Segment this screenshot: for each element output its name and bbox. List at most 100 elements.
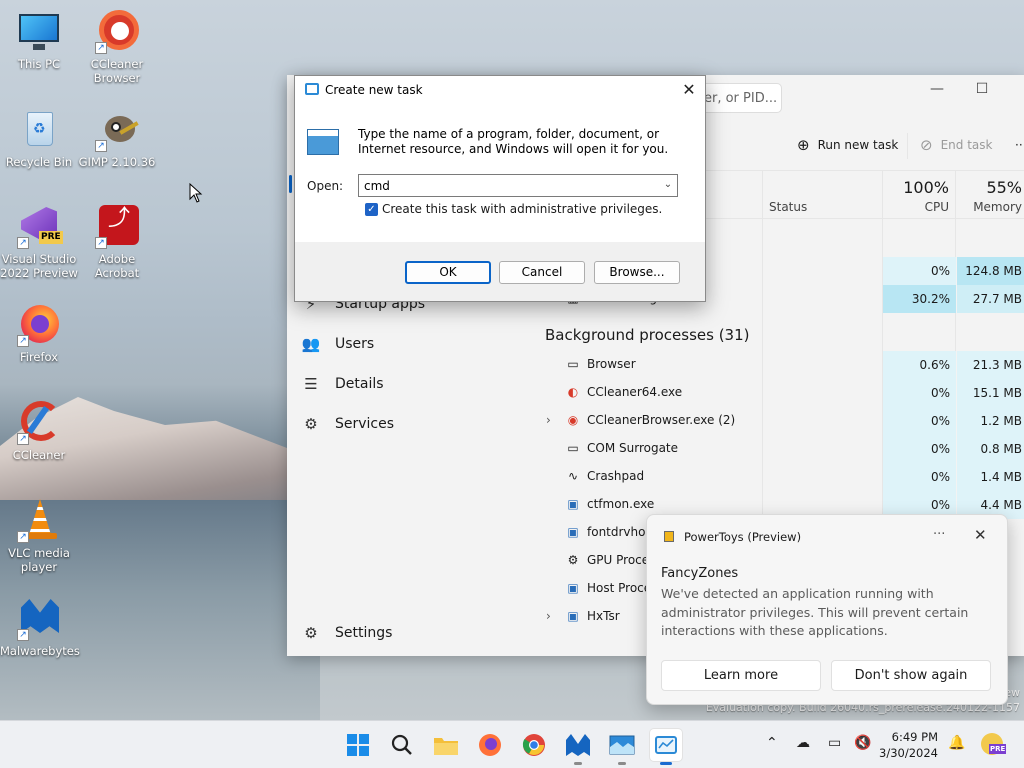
dialog-title: Create new task <box>325 83 423 97</box>
desktop-icon-recycle-bin[interactable]: ♻ Recycle Bin <box>0 108 78 169</box>
copilot-icon[interactable]: PRE <box>981 733 1007 755</box>
search-button[interactable] <box>386 729 418 761</box>
window-app-icon: ▣ <box>567 525 579 539</box>
column-status[interactable]: Status <box>769 200 807 214</box>
recycle-bin-icon: ♻ <box>17 108 61 152</box>
nav-details[interactable]: ☰ Details <box>301 372 383 396</box>
memory-total: 55% <box>986 178 1022 197</box>
chevron-up-icon[interactable]: ⌃ <box>766 735 778 751</box>
volume-muted-icon[interactable]: 🔇 <box>854 735 871 751</box>
chevron-right-icon[interactable]: › <box>546 609 551 623</box>
search-icon <box>391 734 412 755</box>
minimize-button[interactable]: — <box>922 81 952 101</box>
chevron-down-icon[interactable]: ⌄ <box>661 177 675 193</box>
gimp-icon: ↗ <box>95 108 139 152</box>
admin-privileges-label[interactable]: Create this task with administrative pri… <box>382 202 662 216</box>
desktop-icon-vlc[interactable]: ↗ VLC media player <box>0 499 78 574</box>
remote-app-taskbar-button[interactable] <box>606 729 638 765</box>
toolbar-divider <box>907 133 908 159</box>
gear-icon: ⚙ <box>567 553 579 567</box>
pulse-icon: ∿ <box>567 469 579 483</box>
nav-services[interactable]: ⚙ Services <box>301 412 394 436</box>
windows-logo-icon <box>347 734 369 756</box>
table-row[interactable]: ◐ CCleaner64.exe 0% 15.1 MB <box>528 379 1024 407</box>
nav-selection-indicator <box>289 175 292 193</box>
dont-show-again-button[interactable]: Don't show again <box>831 660 991 691</box>
desktop-icon-ccleaner-browser[interactable]: ↗ CCleaner Browser <box>78 10 156 85</box>
window-app-icon: ▣ <box>567 497 579 511</box>
folder-icon <box>434 738 458 755</box>
clock-date: 3/30/2024 <box>879 746 938 760</box>
desktop-icon-gimp[interactable]: ↗ GIMP 2.10.36 <box>78 108 156 169</box>
open-input[interactable] <box>358 174 678 197</box>
more-options-icon[interactable]: ··· <box>933 527 945 542</box>
table-row[interactable]: ▭ Browser 0.6% 21.3 MB <box>528 351 1024 379</box>
end-task-icon: ⊘ <box>920 136 933 154</box>
column-memory[interactable]: Memory <box>959 200 1022 214</box>
file-explorer-button[interactable] <box>430 729 462 761</box>
taskbar: ⌃ ☁ ▭ 🔇 6:49 PM 3/30/2024 🔔 PRE <box>0 720 1024 768</box>
monitor-icon <box>17 10 61 54</box>
clock[interactable]: 6:49 PM 3/30/2024 <box>876 729 938 761</box>
notification-bell-icon[interactable]: 🔔 <box>948 735 965 751</box>
table-row[interactable]: ▭ COM Surrogate 0% 0.8 MB <box>528 435 1024 463</box>
desktop-icon-ccleaner[interactable]: ↗ CCleaner <box>0 401 78 462</box>
shortcut-arrow-icon: ↗ <box>17 335 29 347</box>
more-options-icon[interactable]: ·· <box>1015 135 1023 155</box>
nav-users[interactable]: 👥 Users <box>301 332 375 356</box>
task-manager-taskbar-button[interactable] <box>650 729 682 765</box>
process-search-input[interactable]: er, or PID... <box>697 83 782 113</box>
cancel-button[interactable]: Cancel <box>499 261 585 284</box>
ccleaner-icon: ◐ <box>567 385 579 399</box>
running-indicator <box>618 762 626 765</box>
end-task-button[interactable]: ⊘ End task <box>920 135 992 155</box>
task-manager-icon <box>655 736 677 754</box>
background-processes-title: Background processes (31) <box>545 326 750 344</box>
ok-button[interactable]: OK <box>405 261 491 284</box>
create-new-task-dialog: Create new task ✕ Type the name of a pro… <box>294 75 706 302</box>
desktop-icon-visual-studio[interactable]: PRE ↗ Visual Studio 2022 Preview <box>0 205 78 280</box>
details-list-icon: ☰ <box>304 375 318 393</box>
malwarebytes-taskbar-button[interactable] <box>562 729 594 765</box>
ccleaner-browser-icon: ◉ <box>567 413 579 427</box>
shortcut-arrow-icon: ↗ <box>17 629 29 641</box>
desktop-icon-malwarebytes[interactable]: ↗ Malwarebytes <box>0 597 80 658</box>
run-dialog-icon <box>305 83 319 95</box>
run-program-icon <box>307 129 339 155</box>
close-icon[interactable]: ✕ <box>679 80 699 100</box>
learn-more-button[interactable]: Learn more <box>661 660 821 691</box>
display-icon[interactable]: ▭ <box>828 735 841 751</box>
desktop-icon-firefox[interactable]: ↗ Firefox <box>0 303 78 364</box>
chrome-icon <box>522 734 545 756</box>
run-new-task-button[interactable]: ⊕ Run new task <box>797 135 898 155</box>
shortcut-arrow-icon: ↗ <box>95 140 107 152</box>
admin-privileges-checkbox[interactable]: ✓ <box>365 203 378 216</box>
adobe-acrobat-icon: ⤴ ↗ <box>95 205 139 249</box>
powertoys-notification: PowerToys (Preview) ··· ✕ FancyZones We'… <box>646 514 1008 705</box>
nav-settings[interactable]: ⚙ Settings <box>301 621 392 645</box>
chevron-right-icon[interactable]: › <box>546 413 551 427</box>
window-app-icon: ▭ <box>567 357 579 371</box>
table-row[interactable]: › ◉ CCleanerBrowser.exe (2) 0% 1.2 MB <box>528 407 1024 435</box>
column-cpu[interactable]: CPU <box>887 200 949 214</box>
dialog-titlebar[interactable]: Create new task ✕ <box>295 76 705 105</box>
dialog-body: Type the name of a program, folder, docu… <box>295 105 705 242</box>
desktop-icon-this-pc[interactable]: This PC <box>0 10 78 71</box>
firefox-taskbar-button[interactable] <box>474 729 506 761</box>
ccleaner-icon: ↗ <box>17 401 61 445</box>
browse-button[interactable]: Browse... <box>594 261 680 284</box>
firefox-icon <box>479 734 501 756</box>
table-row[interactable]: ∿ Crashpad 0% 1.4 MB <box>528 463 1024 491</box>
start-button[interactable] <box>342 729 374 761</box>
network-offline-icon[interactable]: ☁ <box>796 735 810 751</box>
close-icon[interactable]: ✕ <box>974 526 987 544</box>
maximize-button[interactable]: ☐ <box>967 81 997 101</box>
mouse-cursor-icon <box>189 183 203 203</box>
malwarebytes-icon: ↗ <box>17 597 61 641</box>
shortcut-arrow-icon: ↗ <box>95 42 107 54</box>
dialog-description: Type the name of a program, folder, docu… <box>358 127 669 156</box>
visual-studio-icon: PRE ↗ <box>17 205 63 249</box>
vlc-cone-icon: ↗ <box>17 499 61 543</box>
desktop-icon-adobe-acrobat[interactable]: ⤴ ↗ Adobe Acrobat <box>78 205 156 280</box>
chrome-taskbar-button[interactable] <box>518 729 550 761</box>
